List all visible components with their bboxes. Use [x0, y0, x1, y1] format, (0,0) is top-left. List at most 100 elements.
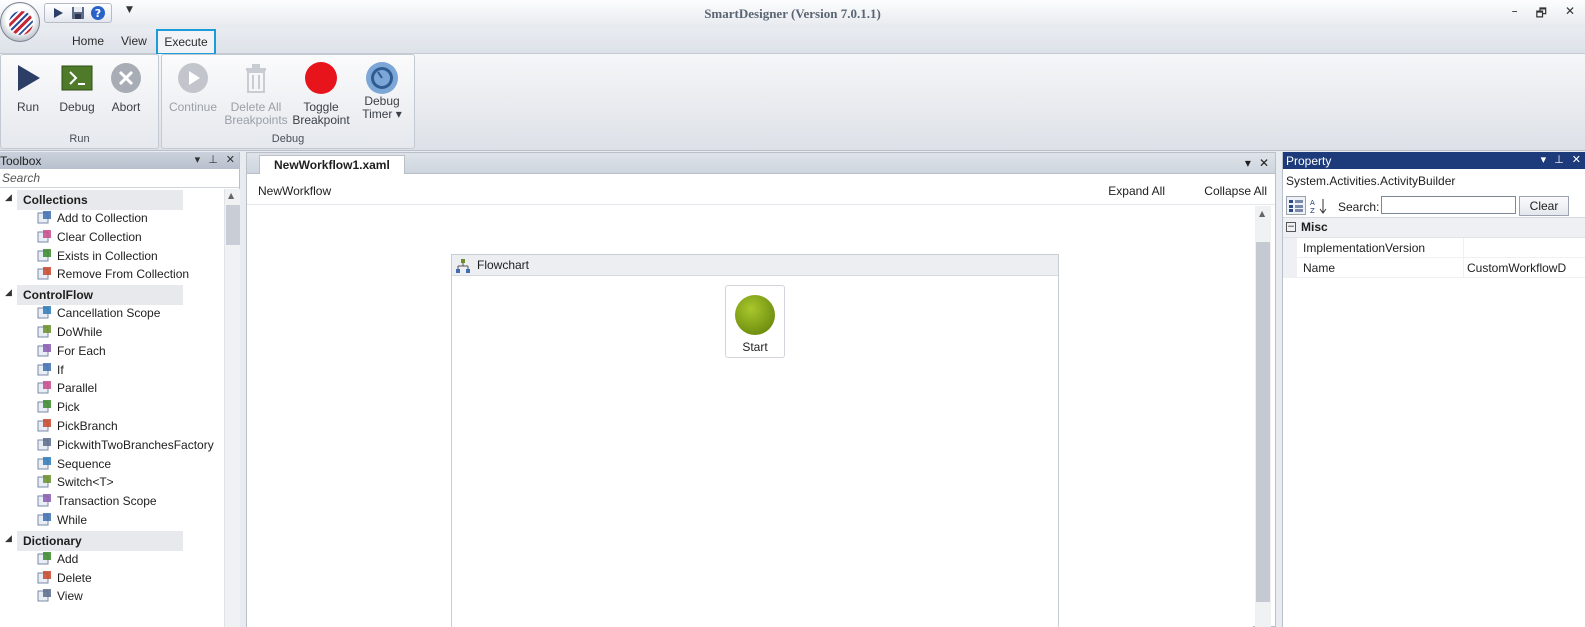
toolbox-item-label: Sequence	[57, 456, 112, 471]
activity-icon	[37, 475, 52, 489]
toolbox-item[interactable]: Switch<T>	[0, 473, 223, 492]
toolbox-item[interactable]: View	[0, 587, 223, 606]
activity-icon	[37, 343, 52, 358]
toolbox-item-label: Add	[57, 551, 79, 566]
flowchart-icon	[455, 258, 471, 277]
toolbox-item[interactable]: Transaction Scope	[0, 492, 223, 511]
tab-execute[interactable]: Execute	[156, 29, 216, 55]
toolbox-item-label: PickwithTwoBranchesFactory	[57, 437, 214, 452]
toolbox-item-label: Remove From Collection	[57, 267, 190, 282]
toolbox-item[interactable]: PickBranch	[0, 417, 223, 436]
delete-all-breakpoints-button[interactable]: Delete All Breakpoints	[224, 61, 288, 127]
property-search-label: Search:	[1338, 200, 1380, 214]
toolbox-item[interactable]: If	[0, 361, 223, 380]
minimize-button[interactable]: –	[1512, 4, 1518, 25]
continue-button[interactable]: Continue	[163, 61, 223, 114]
toolbox-item[interactable]: Clear Collection	[0, 228, 223, 247]
window-controls: – 🗗 ✕	[1512, 4, 1575, 25]
close-icon[interactable]: ✕	[1572, 153, 1581, 166]
toolbox-item-label: View	[57, 589, 83, 604]
toolbox-category-label: ControlFlow	[17, 285, 183, 306]
toolbox-item[interactable]: Remove From Collection	[0, 265, 223, 284]
categorized-icon[interactable]	[1286, 196, 1306, 215]
abort-button[interactable]: Abort	[96, 61, 156, 114]
pin-icon[interactable]: ⊥	[1554, 153, 1564, 166]
restore-button[interactable]: 🗗	[1536, 4, 1547, 25]
property-category-misc[interactable]: − Misc	[1283, 218, 1585, 238]
delete-all-label-line2: Breakpoints	[224, 113, 288, 127]
design-canvas[interactable]: Flowchart Start	[247, 206, 1253, 627]
toolbox-category[interactable]: ◢ ControlFlow	[0, 284, 223, 306]
toggle-breakpoint-button[interactable]: Toggle Breakpoint	[291, 61, 351, 127]
close-button[interactable]: ✕	[1565, 4, 1575, 25]
toolbox-item[interactable]: Cancellation Scope	[0, 304, 223, 323]
tab-home[interactable]: Home	[72, 34, 104, 48]
property-name: Name	[1303, 261, 1336, 275]
expand-all-link[interactable]: Expand All	[1108, 184, 1165, 198]
scroll-thumb[interactable]	[1256, 242, 1270, 602]
tab-newworkflow1[interactable]: NewWorkflow1.xaml	[259, 155, 405, 174]
toolbox-item[interactable]: Parallel	[0, 379, 223, 398]
close-document-icon[interactable]: ✕	[1259, 156, 1269, 170]
toolbox-item[interactable]: For Each	[0, 342, 223, 361]
pin-icon[interactable]: ⊥	[208, 153, 218, 166]
property-row[interactable]: Name CustomWorkflowD	[1283, 258, 1585, 278]
toolbox-item-label: Delete	[57, 570, 92, 585]
scroll-up-icon[interactable]: ▲	[228, 191, 234, 200]
toolbox-item-label: Exists in Collection	[57, 248, 158, 263]
breadcrumb[interactable]: NewWorkflow	[258, 184, 331, 198]
clear-button[interactable]: Clear	[1519, 196, 1569, 216]
debug-timer-button[interactable]: Debug Timer ▾	[352, 61, 412, 121]
selected-object-type: System.Activities.ActivityBuilder	[1286, 174, 1456, 188]
debug-group-label: Debug	[271, 133, 305, 145]
activity-icon	[37, 211, 52, 225]
document-list-icon[interactable]: ▾	[1245, 156, 1251, 170]
toolbox-item[interactable]: Add	[0, 550, 223, 569]
activity-icon	[37, 494, 52, 508]
window-title: SmartDesigner (Version 7.0.1.1)	[704, 6, 881, 21]
toolbox-item[interactable]: DoWhile	[0, 323, 223, 342]
toolbox-category[interactable]: ◢ Collections	[0, 189, 223, 210]
continue-label: Continue	[168, 100, 218, 114]
flowchart-activity[interactable]: Flowchart Start	[451, 254, 1059, 627]
toolbox-item[interactable]: Pick	[0, 398, 223, 417]
tab-view[interactable]: View	[121, 34, 147, 48]
toolbox-item[interactable]: PickwithTwoBranchesFactory	[0, 436, 223, 455]
property-search-input[interactable]	[1381, 196, 1516, 214]
category-label: Misc	[1301, 220, 1328, 234]
designer-scrollbar[interactable]: ▲	[1255, 206, 1271, 627]
dropdown-icon[interactable]: ▾	[195, 153, 201, 166]
start-node[interactable]: Start	[725, 285, 785, 358]
toolbox-category[interactable]: ◢ Dictionary	[0, 530, 223, 551]
close-icon[interactable]: ✕	[226, 153, 235, 166]
activity-icon	[37, 570, 52, 585]
trash-icon	[239, 61, 273, 95]
collapse-icon[interactable]: −	[1286, 222, 1296, 232]
property-value[interactable]: CustomWorkflowD	[1467, 261, 1585, 275]
expand-arrow-icon[interactable]: ◢	[5, 288, 12, 298]
property-toolbar: AZ Search: Clear	[1283, 194, 1585, 218]
expand-arrow-icon[interactable]: ◢	[5, 193, 12, 203]
sort-alphabetical-icon[interactable]: AZ	[1309, 196, 1329, 215]
toolbox-search-input[interactable]: Search	[0, 169, 239, 188]
toolbox-item[interactable]: Add to Collection	[0, 209, 223, 228]
scroll-up-icon[interactable]: ▲	[1259, 209, 1265, 218]
breakpoint-icon	[304, 61, 338, 95]
collapse-all-link[interactable]: Collapse All	[1204, 184, 1267, 198]
toolbox-item[interactable]: While	[0, 511, 223, 530]
dropdown-icon[interactable]: ▾	[1541, 153, 1547, 166]
toolbox-item[interactable]: Sequence	[0, 455, 223, 474]
application-menu-button[interactable]	[0, 2, 40, 42]
toolbox-category-label: Dictionary	[17, 530, 183, 551]
property-row[interactable]: ImplementationVersion	[1283, 238, 1585, 258]
toolbox-item[interactable]: Exists in Collection	[0, 247, 223, 266]
debug-label: Debug	[59, 100, 95, 114]
toolbox-item-label: While	[57, 512, 88, 527]
toolbox-item-label: Pick	[57, 400, 80, 415]
toolbox-item[interactable]: Delete	[0, 569, 223, 588]
toolbox-scrollbar[interactable]: ▲	[224, 189, 240, 627]
title-bar: ? ▼ SmartDesigner (Version 7.0.1.1) – 🗗 …	[0, 0, 1585, 28]
expand-arrow-icon[interactable]: ◢	[5, 534, 12, 544]
debug-group: Continue Delete All Breakpoints Toggle B…	[161, 54, 415, 149]
scroll-thumb[interactable]	[226, 205, 240, 245]
